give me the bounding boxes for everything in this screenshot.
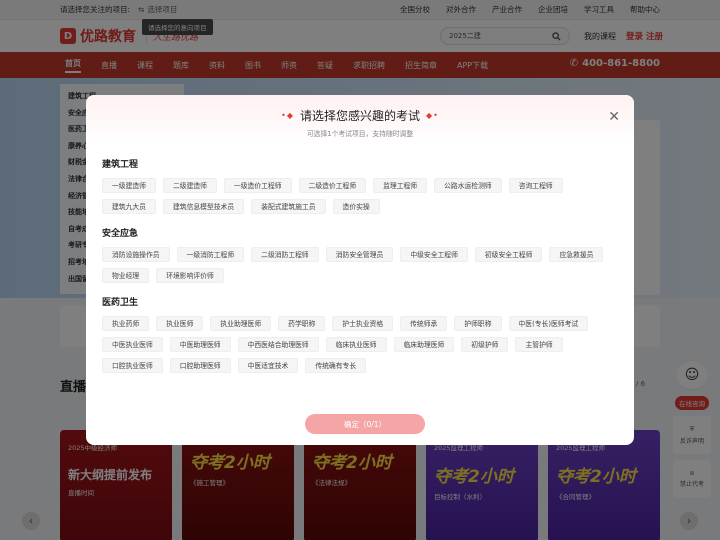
exam-tag-list: 消防设施操作员 一级消防工程师 二级消防工程师 消防安全管理员 中级安全工程师 初级安全工… [102,247,618,283]
exam-tag[interactable]: 初级安全工程师 [474,247,543,262]
exam-tag[interactable]: 中医执业医师 [102,337,163,352]
exam-tag[interactable]: 一级建造师 [102,178,156,193]
exam-tag[interactable]: 环境影响评价师 [156,268,224,283]
confirm-button[interactable]: 确定（0/1） [305,414,425,434]
category-section: 建筑工程 一级建造师 二级建造师 一级造价工程师 二级造价工程师 监理工程师 公路水运检测… [102,157,618,214]
exam-tag[interactable]: 传统确有专长 [305,358,367,373]
exam-tag[interactable]: 消防安全管理员 [325,247,394,262]
exam-tag-list: 执业药师 执业医师 执业助理医师 药学职称 护士执业资格 传统师承 护师职称 中医(专长)医师… [102,316,618,373]
exam-tag[interactable]: 一级消防工程师 [176,247,245,262]
exam-tag[interactable]: 传统师承 [400,316,448,331]
exam-tag[interactable]: 初级护师 [461,337,509,352]
category-section: 医药卫生 执业药师 执业医师 执业助理医师 药学职称 护士执业资格 传统师承 护师职称 中医(… [102,295,618,373]
exam-tag[interactable]: 中级安全工程师 [400,247,468,262]
exam-tag[interactable]: 装配式建筑施工员 [251,199,326,214]
exam-tag[interactable]: 口腔助理医师 [169,358,231,373]
category-title: 安全应急 [102,229,139,239]
title-right-dots-icon: ◆• [426,111,439,120]
exam-tag[interactable]: 中医(专长)医师考试 [508,316,589,331]
exam-tag[interactable]: 主管护师 [515,337,563,352]
modal-title: 请选择您感兴趣的考试 [299,109,420,123]
exam-tag[interactable]: 执业药师 [102,316,150,331]
exam-tag[interactable]: 咨询工程师 [508,178,563,193]
modal-subtitle: 可选择1个考试项目，支持随时调整 [306,130,414,138]
title-left-dots-icon: •◆ [281,111,294,120]
exam-tag-list: 一级建造师 二级建造师 一级造价工程师 二级造价工程师 监理工程师 公路水运检测师 咨询工程… [102,178,618,214]
modal-title-row: •◆ 请选择您感兴趣的考试 ◆• [86,95,634,124]
exam-tag[interactable]: 消防设施操作员 [102,247,170,262]
modal-header: •◆ 请选择您感兴趣的考试 ◆• 可选择1个考试项目，支持随时调整 ✕ [86,95,634,145]
exam-tag[interactable]: 二级建造师 [162,178,217,193]
exam-tag[interactable]: 口腔执业医师 [102,358,163,373]
exam-tag[interactable]: 中医适宜技术 [237,358,299,373]
category-title: 医药卫生 [102,298,139,308]
exam-tag[interactable]: 二级消防工程师 [251,247,319,262]
exam-tag[interactable]: 中西医结合助理医师 [237,337,319,352]
exam-tag[interactable]: 应急救援员 [549,247,604,262]
exam-tag[interactable]: 药学职称 [278,316,326,331]
exam-tag[interactable]: 执业助理医师 [210,316,272,331]
exam-tag[interactable]: 公路水运检测师 [434,178,502,193]
exam-tag[interactable]: 临床助理医师 [393,337,455,352]
exam-tag[interactable]: 建筑信息模型技术员 [162,199,245,214]
exam-tag[interactable]: 执业医师 [156,316,204,331]
modal-body: 建筑工程 一级建造师 二级建造师 一级造价工程师 二级造价工程师 监理工程师 公路水运检测… [86,145,634,405]
exam-tag[interactable]: 建筑九大员 [102,199,156,214]
exam-tag[interactable]: 临床执业医师 [325,337,387,352]
exam-select-modal: •◆ 请选择您感兴趣的考试 ◆• 可选择1个考试项目，支持随时调整 ✕ 建筑工程… [86,95,634,445]
close-icon[interactable]: ✕ [608,109,620,125]
exam-tag[interactable]: 一级造价工程师 [223,178,292,193]
exam-tag[interactable]: 物业经理 [102,268,150,283]
category-title: 建筑工程 [102,160,139,170]
category-section: 安全应急 消防设施操作员 一级消防工程师 二级消防工程师 消防安全管理员 中级安全工程师… [102,226,618,283]
exam-tag[interactable]: 护士执业资格 [332,316,394,331]
exam-tag[interactable]: 二级造价工程师 [298,178,367,193]
exam-tag[interactable]: 护师职称 [454,316,502,331]
exam-tag[interactable]: 造价实操 [332,199,380,214]
exam-tag[interactable]: 中医助理医师 [169,337,231,352]
exam-tag[interactable]: 监理工程师 [373,178,428,193]
